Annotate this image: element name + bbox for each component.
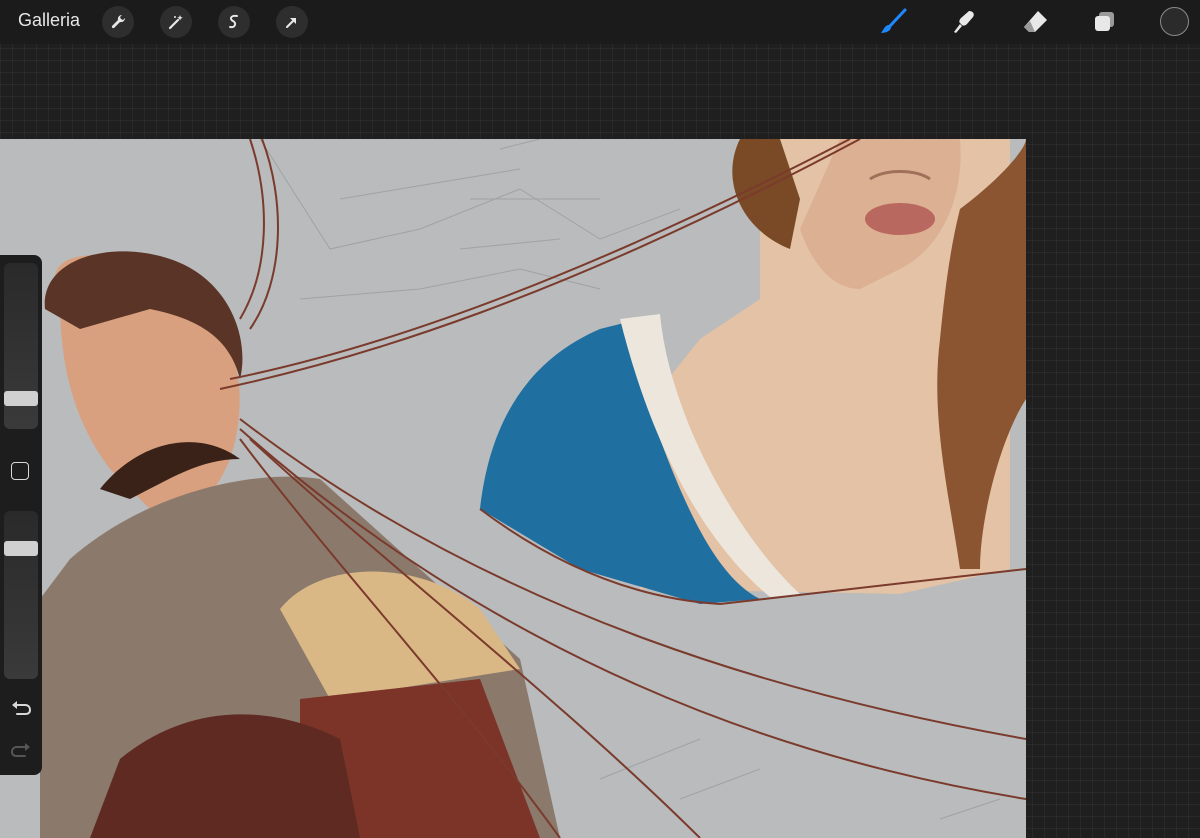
adjustments-button[interactable]	[160, 6, 192, 38]
smudge-icon	[954, 11, 974, 33]
top-toolbar: Galleria	[0, 0, 1200, 44]
actions-button[interactable]	[102, 6, 134, 38]
gallery-button[interactable]: Galleria	[18, 10, 80, 31]
brush-size-thumb[interactable]	[4, 391, 38, 406]
selection-icon	[229, 14, 238, 29]
opacity-slider[interactable]	[4, 511, 38, 679]
transform-arrow-icon	[286, 18, 296, 28]
eraser-tool[interactable]	[1020, 8, 1050, 36]
opacity-thumb[interactable]	[4, 541, 38, 556]
artwork-canvas[interactable]	[0, 139, 1026, 838]
artwork	[40, 139, 1026, 838]
smudge-tool[interactable]	[949, 8, 979, 36]
brush-tool[interactable]	[878, 8, 908, 36]
wrench-icon	[111, 14, 126, 29]
left-sidebar	[0, 255, 42, 775]
color-picker[interactable]	[1160, 7, 1189, 36]
undo-icon[interactable]	[9, 699, 33, 719]
transform-button[interactable]	[276, 6, 308, 38]
selection-button[interactable]	[218, 6, 250, 38]
eraser-icon	[1024, 11, 1047, 32]
layers-icon	[1095, 12, 1114, 31]
layers-tool[interactable]	[1090, 8, 1120, 36]
brush-icon	[881, 8, 907, 33]
modify-button[interactable]	[11, 462, 29, 480]
brush-size-slider[interactable]	[4, 263, 38, 429]
magic-wand-icon	[168, 15, 183, 30]
redo-icon[interactable]	[9, 741, 33, 761]
